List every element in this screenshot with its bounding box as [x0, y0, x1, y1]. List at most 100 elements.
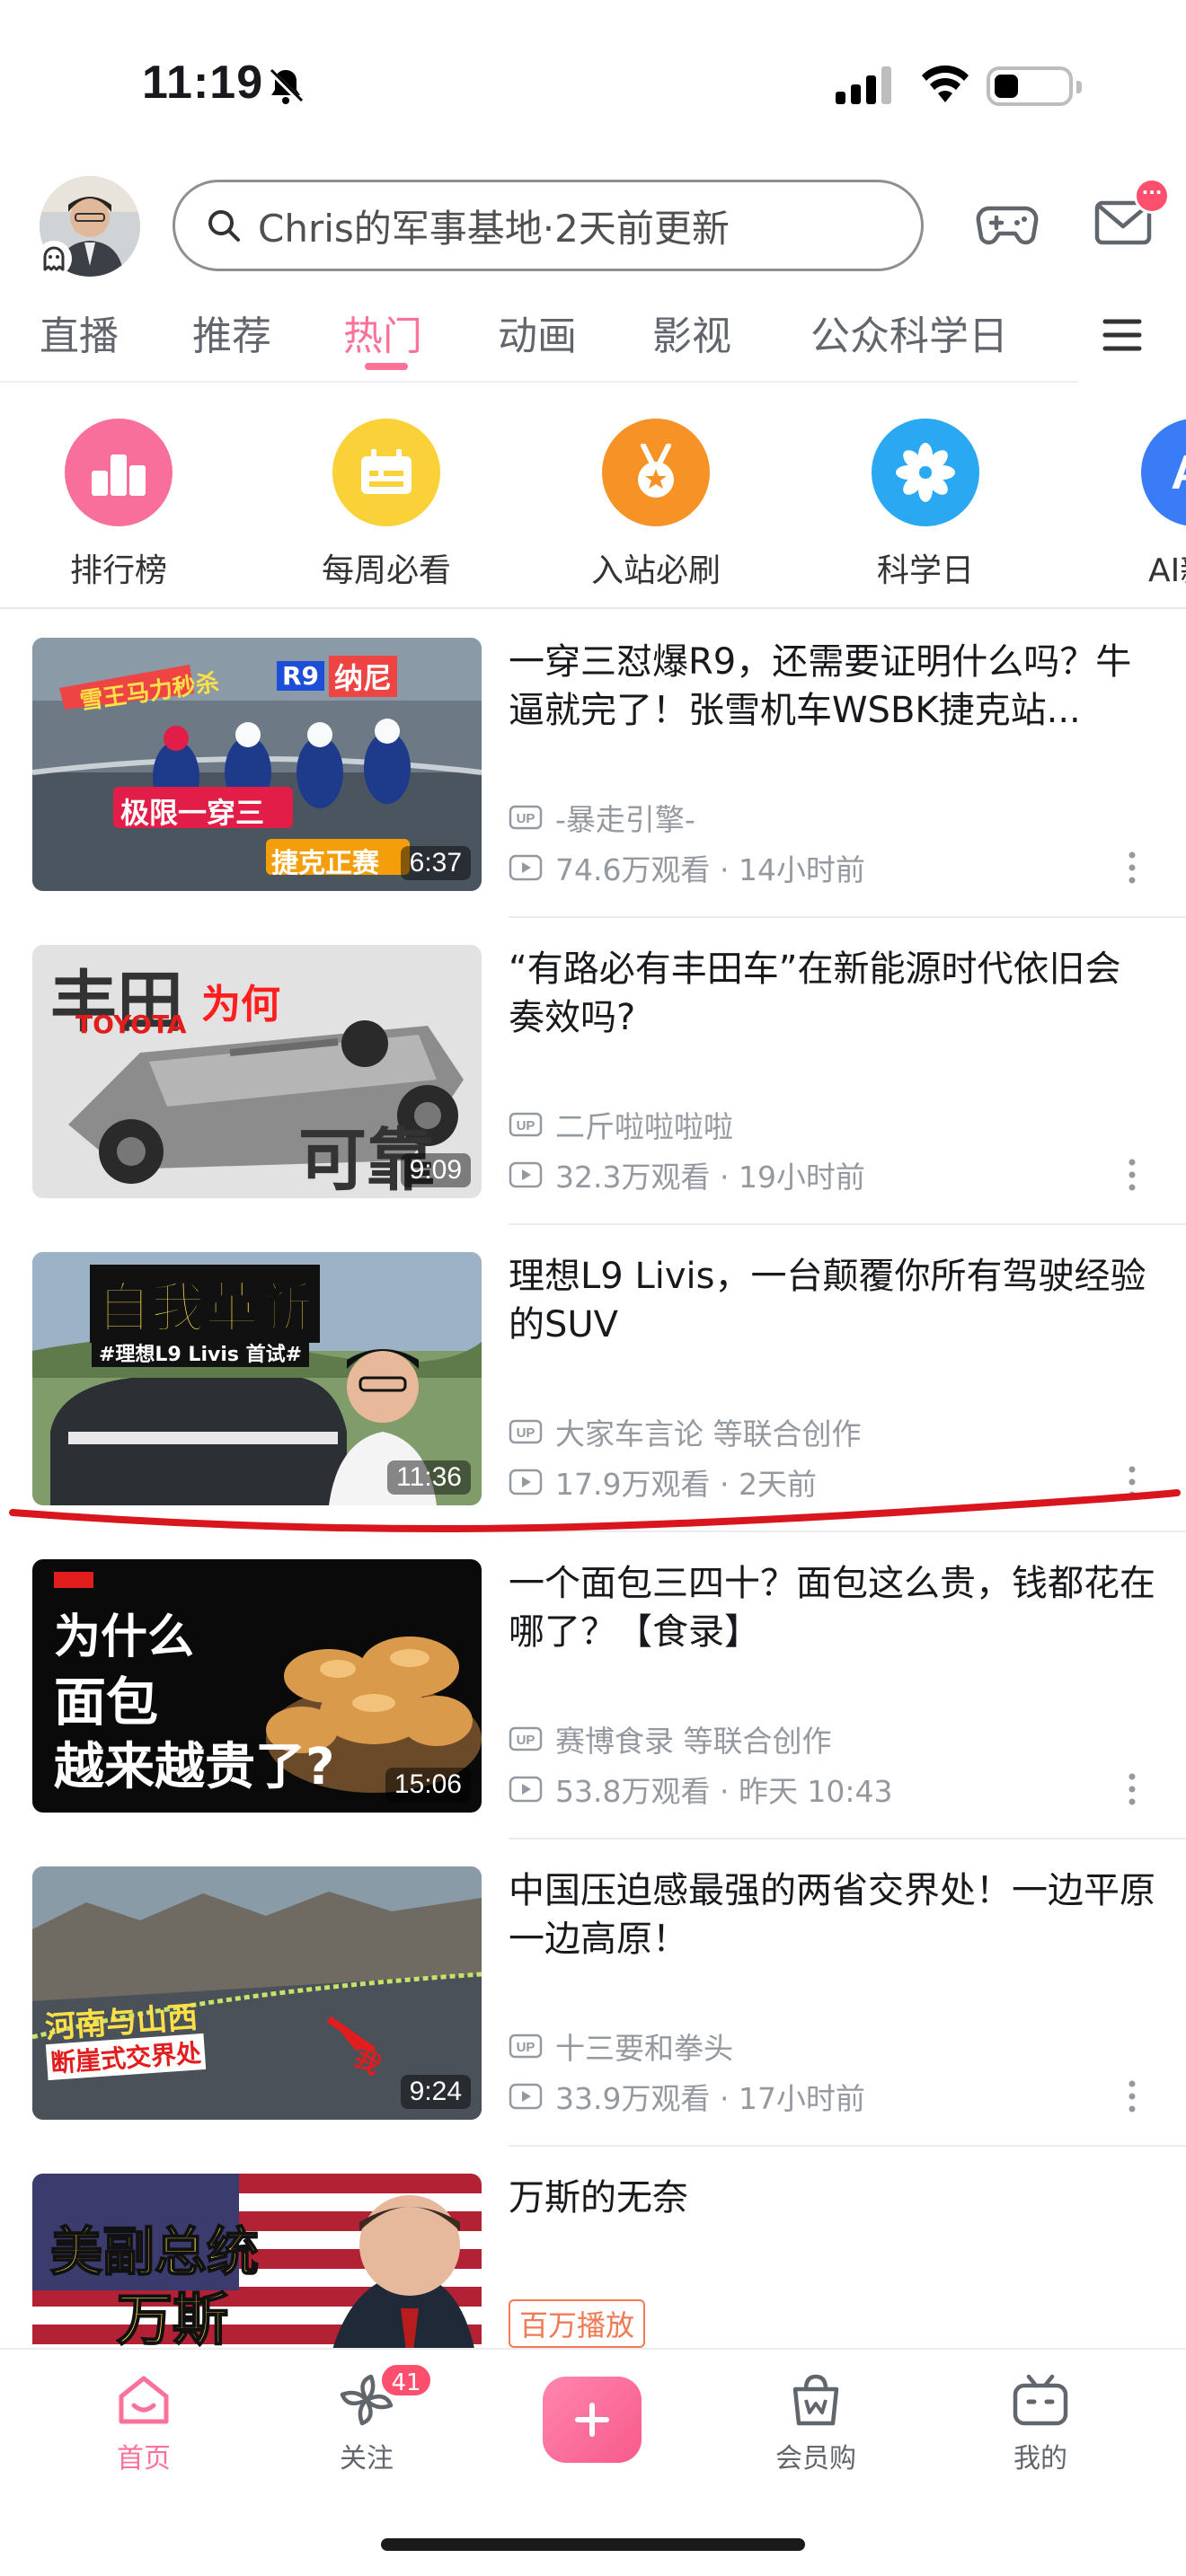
- thumbnail-caption: 自我革新: [90, 1265, 320, 1343]
- tab-science-day[interactable]: 公众科学日: [810, 304, 1008, 361]
- tab-movies[interactable]: 影视: [652, 304, 731, 361]
- uploader-name: 大家车言论 等联合创作: [555, 1416, 862, 1451]
- more-options-icon[interactable]: [1125, 1157, 1139, 1193]
- video-card[interactable]: 丰田 为何 TOYOTA 可靠 9:09 “有路必有丰田车”在新能源时代依旧会奏…: [0, 945, 1186, 1252]
- video-title[interactable]: “有路必有丰田车”在新能源时代依旧会奏效吗?: [509, 945, 1155, 1042]
- video-duration: 6:37: [400, 846, 471, 880]
- million-views-tag: 百万播放: [509, 2299, 646, 2348]
- item-divider: [509, 1838, 1186, 1839]
- stats-row: 53.8万观看 · 昨天 10:43: [509, 1768, 893, 1811]
- channel-tabs: 直播 推荐 热门 动画 影视 公众科学日: [0, 304, 1186, 384]
- follow-badge: 41: [379, 2362, 433, 2398]
- nav-label: 会员购: [775, 2443, 856, 2475]
- nav-mine[interactable]: 我的: [969, 2373, 1112, 2475]
- video-card[interactable]: 河南与山西 断崖式交界处 我 9:24 中国压迫感最强的两省交界处！一边平原一边…: [0, 1866, 1186, 2174]
- status-time: 11:19: [142, 57, 264, 109]
- up-badge-icon: UP: [509, 2033, 543, 2059]
- home-icon: [119, 2376, 169, 2424]
- thumbnail-caption: 面包: [54, 1672, 159, 1733]
- plus-icon: [575, 2403, 609, 2437]
- thumbnail-caption: 万斯: [116, 2286, 229, 2348]
- tab-live[interactable]: 直播: [40, 304, 119, 361]
- video-title[interactable]: 一个面包三四十？面包这么贵，钱都花在哪了？【食录】: [509, 1559, 1155, 1656]
- view-count: 33.9万观看 · 17小时前: [555, 2081, 865, 2116]
- shopping-bag-icon: [792, 2374, 839, 2426]
- video-thumbnail[interactable]: 美副总统 万斯: [32, 2174, 482, 2348]
- video-duration: 9:24: [400, 2075, 471, 2109]
- view-count: 53.8万观看 · 昨天 10:43: [555, 1774, 893, 1809]
- video-thumbnail[interactable]: 丰田 为何 TOYOTA 可靠 9:09: [32, 945, 482, 1198]
- more-options-icon[interactable]: [1125, 1771, 1139, 1807]
- mail-badge: ···: [1134, 178, 1170, 214]
- game-controller-icon[interactable]: [976, 198, 1039, 251]
- video-card[interactable]: 美副总统 万斯 万斯的无奈 百万播放: [0, 2174, 1186, 2348]
- up-badge-icon: UP: [509, 1726, 543, 1751]
- ghost-icon: [36, 241, 72, 277]
- play-count-icon: [509, 1776, 543, 1803]
- quick-entry-must-watch[interactable]: 入站必刷: [566, 419, 746, 591]
- nav-label: 关注: [340, 2443, 394, 2475]
- quick-entry-science-day[interactable]: 科学日: [836, 419, 1015, 591]
- uploader-name: 赛博食录 等联合创作: [555, 1724, 832, 1759]
- uploader-name: 十三要和拳头: [555, 2031, 733, 2066]
- tab-animation[interactable]: 动画: [498, 304, 577, 361]
- thumbnail-caption: TOYOTA: [75, 1010, 187, 1039]
- video-duration: 9:09: [400, 1153, 471, 1187]
- publish-button[interactable]: [543, 2377, 642, 2463]
- stats-row: 33.9万观看 · 17小时前: [509, 2075, 865, 2118]
- search-bar[interactable]: Chris的军事基地·2天前更新: [173, 180, 924, 271]
- video-thumbnail[interactable]: 为什么 面包 越来越贵了? 15:06: [32, 1559, 482, 1813]
- quick-entry-ranking[interactable]: 排行榜: [29, 419, 208, 591]
- search-placeholder: Chris的军事基地·2天前更新: [258, 206, 730, 251]
- uploader-row[interactable]: UP 大家车言论 等联合创作: [509, 1410, 862, 1453]
- quick-entry-label: 科学日: [876, 552, 974, 589]
- video-title[interactable]: 万斯的无奈: [509, 2174, 1155, 2222]
- more-options-icon[interactable]: [1125, 850, 1139, 886]
- svg-text:UP: UP: [517, 1733, 535, 1748]
- more-options-icon[interactable]: [1125, 2078, 1139, 2114]
- thumbnail-caption: R9: [277, 661, 325, 691]
- video-thumbnail[interactable]: 雪王马力秒杀 R9 纳尼 极限一穿三 捷克正赛 6:37: [32, 638, 482, 891]
- video-thumbnail[interactable]: 自我革新 #理想L9 Livis 首试# 11:36: [32, 1252, 482, 1505]
- menu-icon[interactable]: [1102, 314, 1143, 356]
- video-card[interactable]: 雪王马力秒杀 R9 纳尼 极限一穿三 捷克正赛 6:37 一穿三怼爆R9，还需要…: [0, 638, 1186, 945]
- svg-text:UP: UP: [517, 811, 535, 826]
- video-thumbnail[interactable]: 河南与山西 断崖式交界处 我 9:24: [32, 1866, 482, 2120]
- quick-entry-ai[interactable]: AI AI新: [1087, 419, 1186, 591]
- video-duration: 15:06: [385, 1768, 471, 1802]
- video-title[interactable]: 一穿三怼爆R9，还需要证明什么吗？牛逼就完了！张雪机车WSBK捷克站...: [509, 638, 1155, 735]
- uploader-row[interactable]: UP -暴走引擎-: [509, 796, 695, 839]
- up-badge-icon: UP: [509, 1419, 543, 1444]
- play-count-icon: [509, 1161, 543, 1188]
- item-divider: [509, 1223, 1186, 1225]
- nav-member-shop[interactable]: 会员购: [744, 2373, 888, 2475]
- thumbnail-caption: 为何: [201, 982, 280, 1028]
- medal-icon: [602, 419, 710, 526]
- uploader-row[interactable]: UP 赛博食录 等联合创作: [509, 1717, 832, 1760]
- video-title[interactable]: 理想L9 Livis，一台颠覆你所有驾驶经验的SUV: [509, 1252, 1155, 1349]
- tab-recommend[interactable]: 推荐: [192, 304, 271, 361]
- item-divider: [509, 2145, 1186, 2147]
- quick-entry-label: 每周必看: [321, 552, 451, 589]
- flower-icon: [872, 419, 979, 526]
- video-title[interactable]: 中国压迫感最强的两省交界处！一边平原一边高原！: [509, 1866, 1155, 1963]
- video-card[interactable]: 为什么 面包 越来越贵了? 15:06 一个面包三四十？面包这么贵，钱都花在哪了…: [0, 1559, 1186, 1866]
- thumbnail-caption: 为什么: [54, 1610, 195, 1664]
- thumbnail-caption: 捷克正赛: [271, 848, 379, 879]
- silent-bell-icon: [267, 67, 305, 105]
- quick-entry-weekly[interactable]: 每周必看: [296, 419, 476, 591]
- home-indicator[interactable]: [381, 2538, 805, 2551]
- tv-icon: [1013, 2374, 1068, 2426]
- view-count: 32.3万观看 · 19小时前: [555, 1160, 865, 1195]
- thumbnail-caption: 极限一穿三: [120, 796, 265, 830]
- nav-home[interactable]: 首页: [72, 2373, 216, 2475]
- svg-text:UP: UP: [517, 1425, 535, 1441]
- tab-hot[interactable]: 热门: [343, 304, 422, 361]
- nav-label: 首页: [117, 2443, 171, 2475]
- ranking-icon: [65, 419, 173, 526]
- wifi-icon: [922, 65, 969, 102]
- uploader-row[interactable]: UP 十三要和拳头: [509, 2025, 733, 2068]
- uploader-row[interactable]: UP 二斤啦啦啦啦: [509, 1103, 733, 1146]
- status-bar: 11:19: [0, 0, 1186, 171]
- svg-text:UP: UP: [517, 1118, 535, 1134]
